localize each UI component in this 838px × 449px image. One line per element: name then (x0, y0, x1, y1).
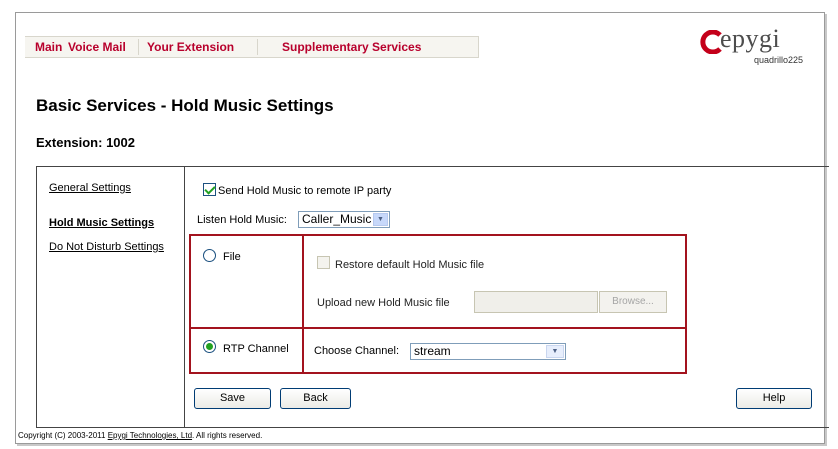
channel-select[interactable]: stream ▼ (410, 343, 566, 360)
extension-label: Extension: 1002 (36, 135, 135, 150)
nav-main[interactable]: Main (35, 37, 62, 57)
chevron-down-icon: ▼ (373, 213, 388, 226)
listen-hold-music-value: Caller_Music (302, 212, 372, 226)
send-hold-music-checkbox[interactable] (203, 183, 216, 196)
listen-hold-music-select[interactable]: Caller_Music ▼ (298, 211, 390, 228)
channel-value: stream (414, 344, 451, 358)
nav-your-extension[interactable]: Your Extension (147, 37, 234, 57)
nav-supplementary-services[interactable]: Supplementary Services (282, 37, 421, 57)
file-radio[interactable] (203, 249, 216, 262)
rtp-channel-label: RTP Channel (223, 343, 289, 355)
top-navigation: Main Voice Mail Your Extension Supplemen… (25, 36, 479, 58)
copyright-footer: Copyright (C) 2003-2011 Epygi Technologi… (18, 431, 262, 440)
sidebar-item-do-not-disturb-settings[interactable]: Do Not Disturb Settings (49, 241, 164, 253)
settings-sidebar: General Settings Hold Music Settings Do … (37, 167, 185, 427)
source-options-divider-horizontal (189, 327, 687, 329)
send-hold-music-label: Send Hold Music to remote IP party (218, 185, 392, 197)
sidebar-item-hold-music-settings[interactable]: Hold Music Settings (49, 217, 154, 229)
company-link[interactable]: Epygi Technologies, Ltd (108, 431, 192, 440)
choose-channel-label: Choose Channel: (314, 345, 400, 357)
source-options-divider-vertical (302, 234, 304, 374)
restore-default-label: Restore default Hold Music file (335, 259, 485, 271)
listen-hold-music-label: Listen Hold Music: (197, 214, 287, 226)
file-radio-label: File (223, 251, 241, 263)
nav-voice-mail[interactable]: Voice Mail (68, 37, 126, 57)
upload-hold-music-label: Upload new Hold Music file (317, 297, 450, 309)
chevron-down-icon: ▼ (546, 345, 564, 358)
page-title: Basic Services - Hold Music Settings (36, 96, 334, 115)
epygi-logo: epygi quadrillo225 (700, 24, 818, 70)
nav-separator (138, 39, 139, 55)
back-button[interactable]: Back (280, 388, 351, 409)
browse-button[interactable]: Browse... (599, 291, 667, 313)
save-button[interactable]: Save (194, 388, 271, 409)
upload-file-input[interactable] (474, 291, 598, 313)
rtp-channel-radio[interactable] (203, 340, 216, 353)
logo-model: quadrillo225 (754, 55, 804, 65)
sidebar-item-general-settings[interactable]: General Settings (49, 182, 131, 194)
content-panel: General Settings Hold Music Settings Do … (36, 166, 829, 428)
logo-brand: epygi (720, 24, 781, 53)
copyright-prefix: Copyright (C) 2003-2011 (18, 431, 108, 440)
restore-default-checkbox[interactable] (317, 256, 330, 269)
copyright-suffix: . All rights reserved. (192, 431, 263, 440)
nav-separator (257, 39, 258, 55)
help-button[interactable]: Help (736, 388, 812, 409)
